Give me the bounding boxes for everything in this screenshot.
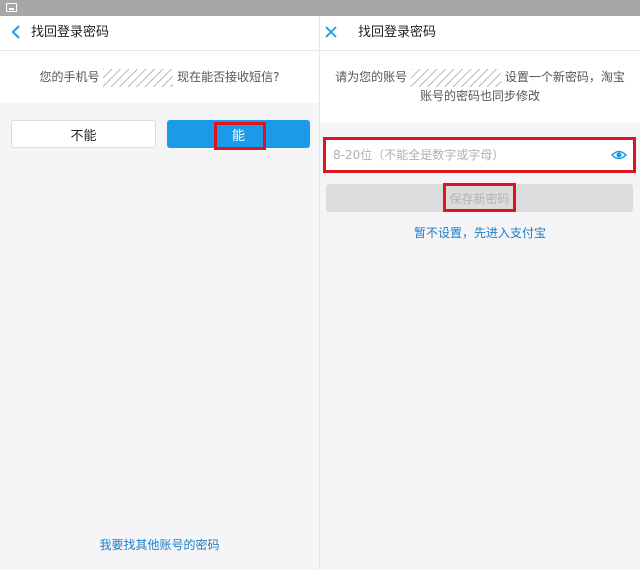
sms-question: 您的手机号 现在能否接收短信? <box>0 51 319 103</box>
instruction-text-after: 设置一个新密码，淘宝 <box>504 70 625 84</box>
masked-account-name <box>411 68 501 87</box>
left-nav-bar: 找回登录密码 <box>0 16 319 51</box>
chevron-left-icon[interactable] <box>6 22 26 42</box>
status-bar <box>0 0 640 16</box>
prompt-text-after: 现在能否接收短信? <box>177 70 280 84</box>
close-icon[interactable] <box>321 22 341 42</box>
page-title: 找回登录密码 <box>358 25 437 40</box>
new-password-instruction: 请为您的账号 设置一个新密码，淘宝 账号的密码也同步修改 <box>320 51 640 123</box>
highlight-box <box>323 137 636 173</box>
page-title: 找回登录密码 <box>31 25 110 40</box>
masked-phone-number <box>103 68 174 87</box>
prompt-text-before: 您的手机号 <box>39 70 100 84</box>
save-new-password-button[interactable]: 保存新密码 <box>326 183 633 212</box>
right-screen: 找回登录密码 请为您的账号 设置一个新密码，淘宝 账号的密码也同步修改 保存新密… <box>320 16 640 570</box>
instruction-text-line2: 账号的密码也同步修改 <box>419 88 540 103</box>
cannot-button[interactable]: 不能 <box>11 120 156 148</box>
left-screen: 找回登录密码 您的手机号 现在能否接收短信? 不能 能 我要找其他账号的密码 <box>0 16 319 570</box>
highlight-box <box>214 122 266 150</box>
cannot-button-label: 不能 <box>70 128 97 144</box>
instruction-text-before: 请为您的账号 <box>335 70 408 84</box>
can-button[interactable]: 能 <box>167 120 310 150</box>
right-nav-bar: 找回登录密码 <box>320 16 640 51</box>
find-other-account-link[interactable]: 我要找其他账号的密码 <box>0 536 319 553</box>
skip-enter-alipay-link[interactable]: 暂不设置，先进入支付宝 <box>320 224 640 241</box>
notification-icon <box>6 3 17 12</box>
highlight-box <box>443 183 516 212</box>
